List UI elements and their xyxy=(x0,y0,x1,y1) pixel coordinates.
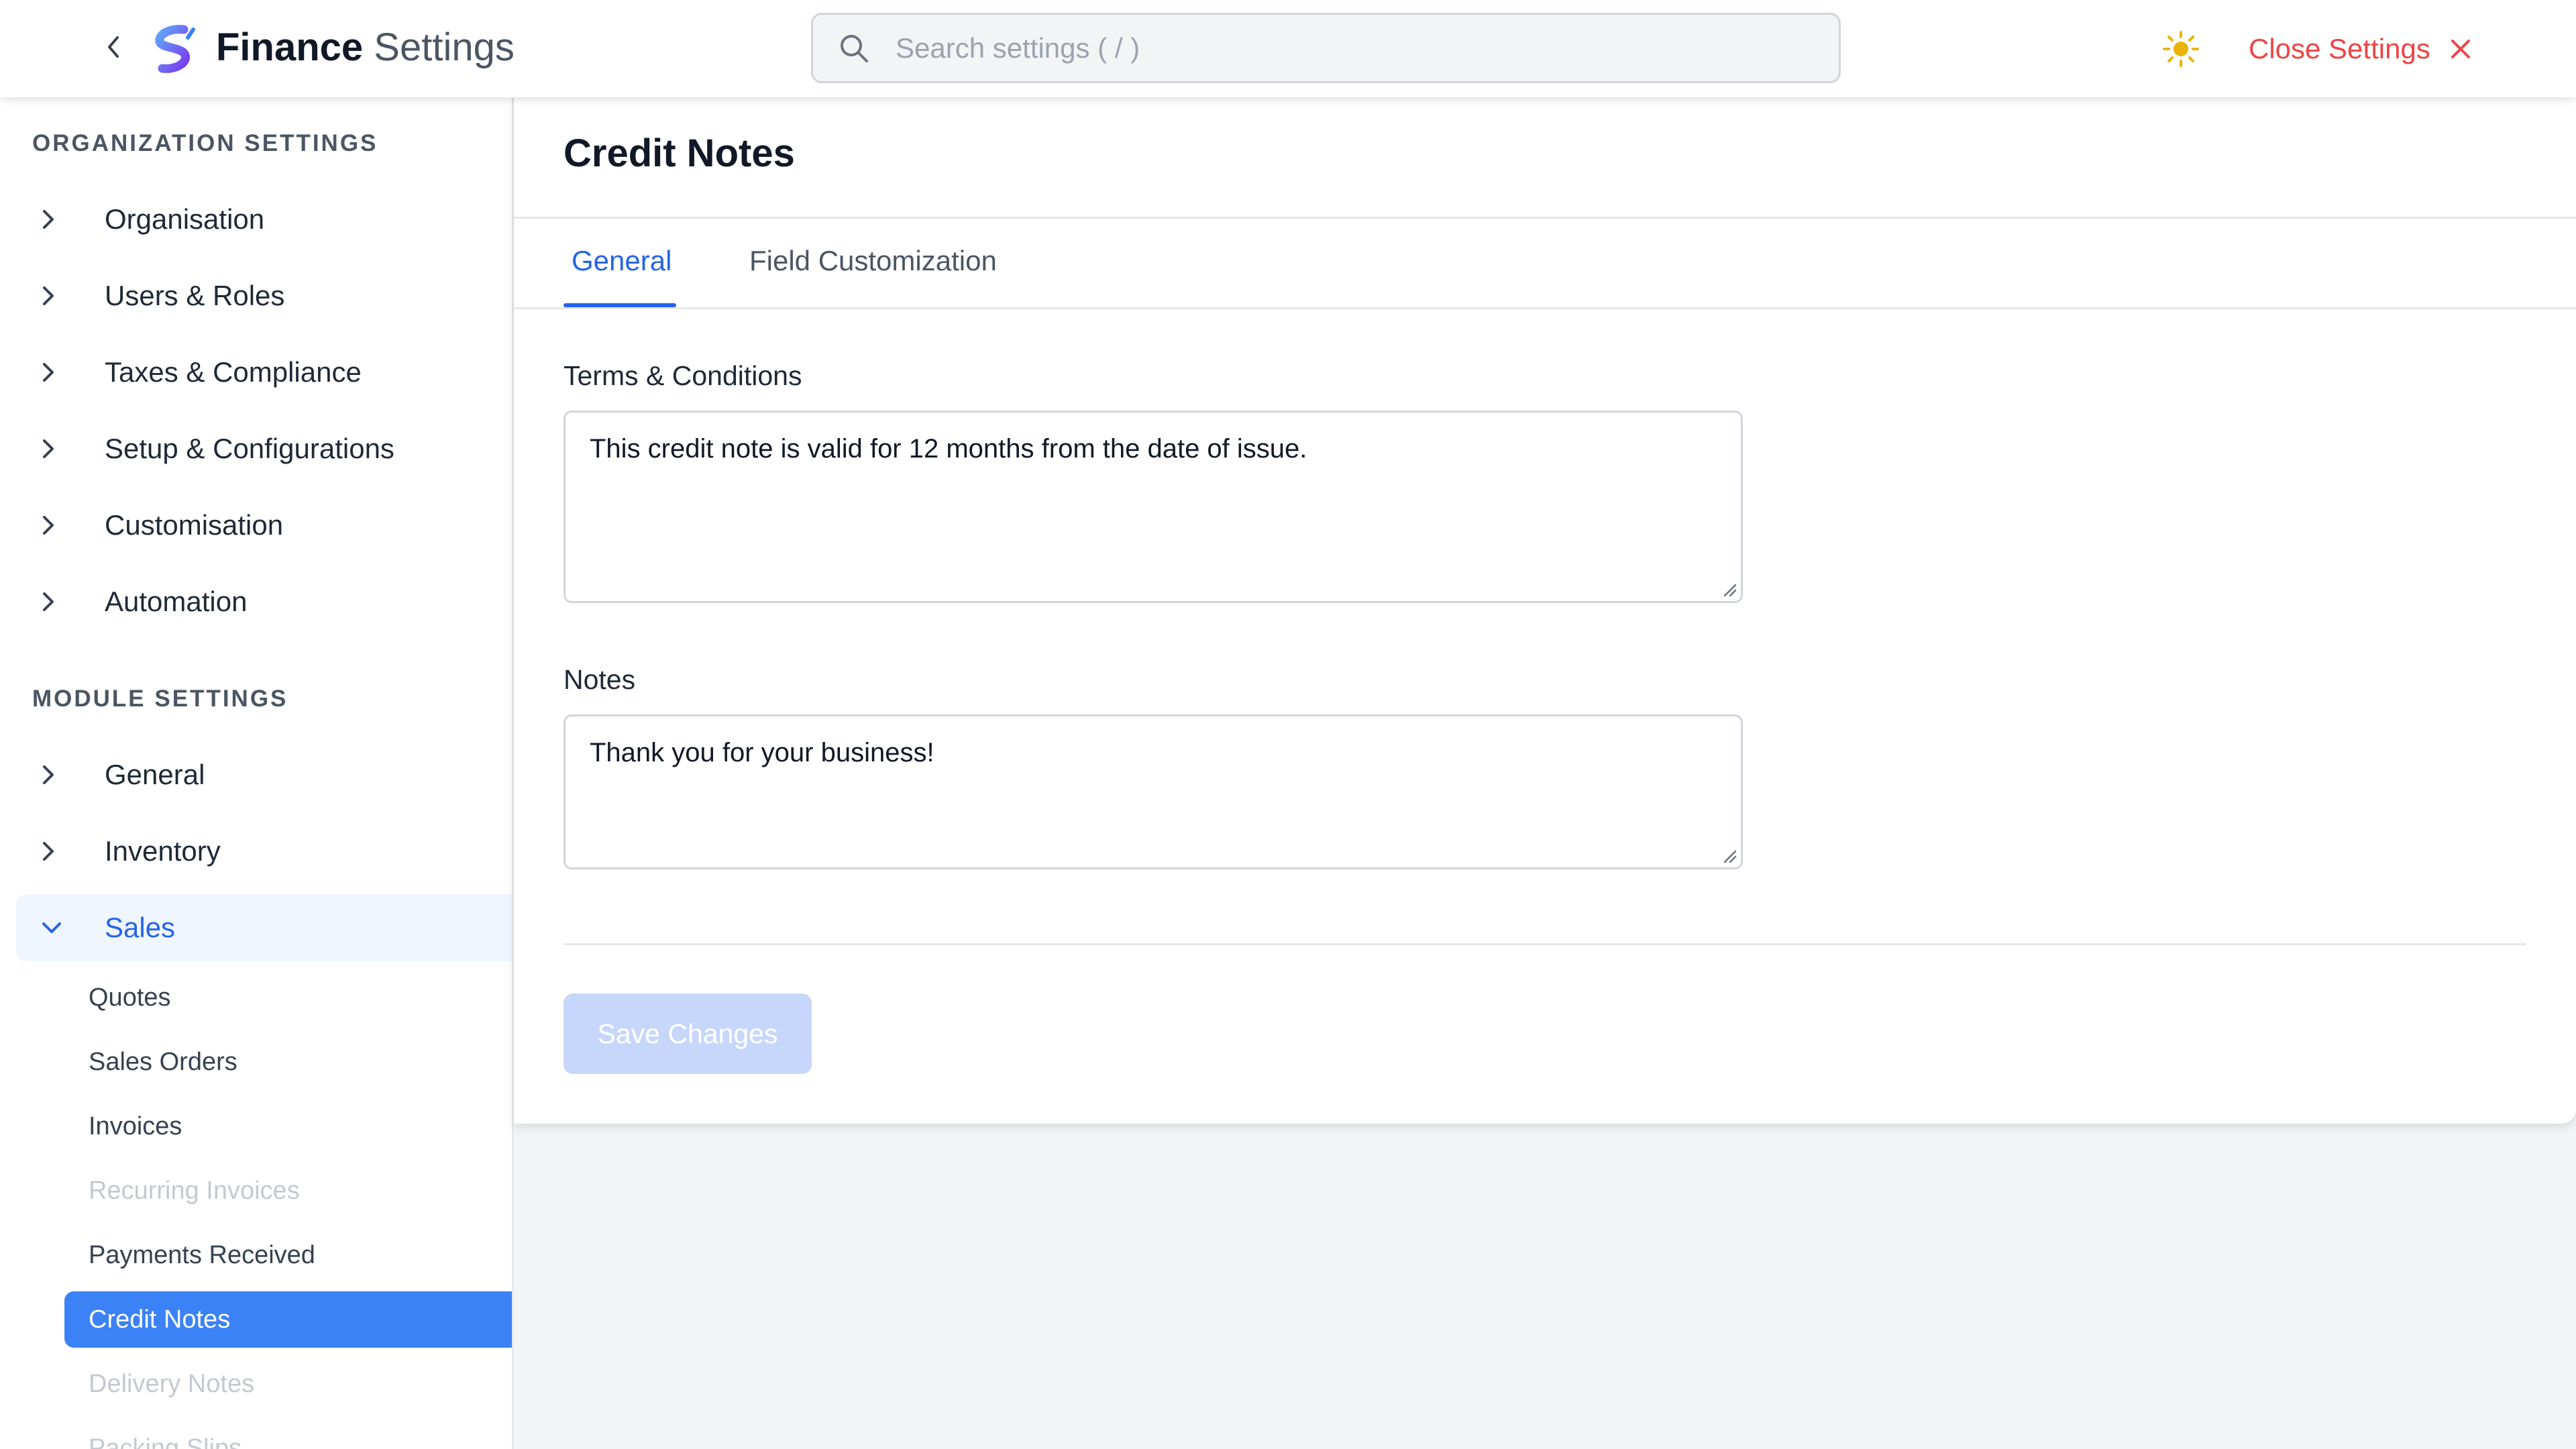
sidebar-item-label: Inventory xyxy=(105,835,221,867)
sidebar-item-label: Setup & Configurations xyxy=(105,433,394,464)
sidebar-item-sales[interactable]: Sales xyxy=(16,894,512,961)
sidebar-subitem-recurring-invoices: Recurring Invoices xyxy=(89,1176,300,1205)
search-placeholder: Search settings ( / ) xyxy=(896,32,1140,64)
settings-sidebar: ORGANIZATION SETTINGS Organisation Users… xyxy=(0,97,514,1449)
search-input[interactable]: Search settings ( / ) xyxy=(811,13,1841,83)
page-title: Credit Notes xyxy=(564,131,795,175)
terms-conditions-textarea[interactable]: This credit note is valid for 12 months … xyxy=(564,411,1743,603)
sidebar-subitem-quotes[interactable]: Quotes xyxy=(64,969,512,1026)
sidebar-item-label: General xyxy=(105,759,205,790)
sidebar-item-automation[interactable]: Automation xyxy=(16,568,512,635)
notes-textarea[interactable]: Thank you for your business! xyxy=(564,714,1743,869)
save-changes-button[interactable]: Save Changes xyxy=(564,994,812,1074)
sidebar-item-customisation[interactable]: Customisation xyxy=(16,492,512,559)
close-settings-label: Close Settings xyxy=(2249,33,2430,64)
sidebar-item-setup-configurations[interactable]: Setup & Configurations xyxy=(16,415,512,482)
tab-field-customization[interactable]: Field Customization xyxy=(749,245,997,277)
sun-icon[interactable] xyxy=(2162,30,2200,68)
sidebar-item-label: Sales xyxy=(105,912,176,943)
resize-handle-icon[interactable] xyxy=(1721,847,1737,863)
sidebar-subitem-payments-received[interactable]: Payments Received xyxy=(64,1227,512,1283)
terms-conditions-label: Terms & Conditions xyxy=(564,360,802,391)
sidebar-item-inventory[interactable]: Inventory xyxy=(16,818,512,885)
sidebar-item-taxes-compliance[interactable]: Taxes & Compliance xyxy=(16,339,512,406)
sidebar-item-label: Taxes & Compliance xyxy=(105,356,362,388)
sidebar-subitem-sales-orders[interactable]: Sales Orders xyxy=(64,1034,512,1090)
chevron-right-icon xyxy=(43,439,54,458)
settings-content-card: Credit Notes General Field Customization… xyxy=(514,97,2576,1124)
sidebar-subitem-packing-slips: Packing Slips xyxy=(89,1434,242,1449)
chevron-right-icon xyxy=(43,516,54,535)
sidebar-item-users-roles[interactable]: Users & Roles xyxy=(16,262,512,329)
sidebar-item-label: Organisation xyxy=(105,203,265,235)
close-settings-button[interactable]: Close Settings xyxy=(2249,27,2472,71)
divider xyxy=(514,307,2576,309)
chevron-right-icon xyxy=(43,363,54,382)
back-button[interactable] xyxy=(97,30,131,64)
chevron-left-icon xyxy=(108,36,119,58)
sidebar-item-label: Automation xyxy=(105,586,248,617)
chevron-right-icon xyxy=(43,286,54,305)
sidebar-subitem-delivery-notes: Delivery Notes xyxy=(89,1369,255,1398)
close-icon xyxy=(2451,40,2470,58)
search-icon xyxy=(841,35,868,62)
top-header: Finance Settings Search settings ( / ) C… xyxy=(0,0,2576,97)
notes-value: Thank you for your business! xyxy=(590,738,934,767)
app-title-light: Settings xyxy=(374,25,515,69)
divider xyxy=(564,943,2526,945)
sidebar-item-general[interactable]: General xyxy=(16,741,512,808)
terms-conditions-value: This credit note is valid for 12 months … xyxy=(590,434,1307,464)
sidebar-subitem-credit-notes[interactable]: Credit Notes xyxy=(64,1291,512,1348)
sidebar-subitem-invoices[interactable]: Invoices xyxy=(64,1098,512,1155)
sidebar-item-label: Users & Roles xyxy=(105,280,285,311)
org-settings-heading: ORGANIZATION SETTINGS xyxy=(32,130,378,156)
chevron-right-icon xyxy=(43,842,54,861)
sidebar-item-label: Customisation xyxy=(105,509,284,541)
chevron-right-icon xyxy=(43,592,54,611)
chevron-down-icon xyxy=(42,922,61,933)
divider xyxy=(514,217,2576,219)
tab-general[interactable]: General xyxy=(572,245,672,277)
module-settings-heading: MODULE SETTINGS xyxy=(32,686,288,712)
sidebar-item-organisation[interactable]: Organisation xyxy=(16,186,512,253)
resize-handle-icon[interactable] xyxy=(1721,581,1737,597)
chevron-right-icon xyxy=(43,765,54,784)
app-title: Finance Settings xyxy=(216,24,515,71)
app-title-bold: Finance xyxy=(216,25,364,69)
app-logo-icon xyxy=(155,25,195,73)
notes-label: Notes xyxy=(564,664,636,695)
chevron-right-icon xyxy=(43,210,54,229)
